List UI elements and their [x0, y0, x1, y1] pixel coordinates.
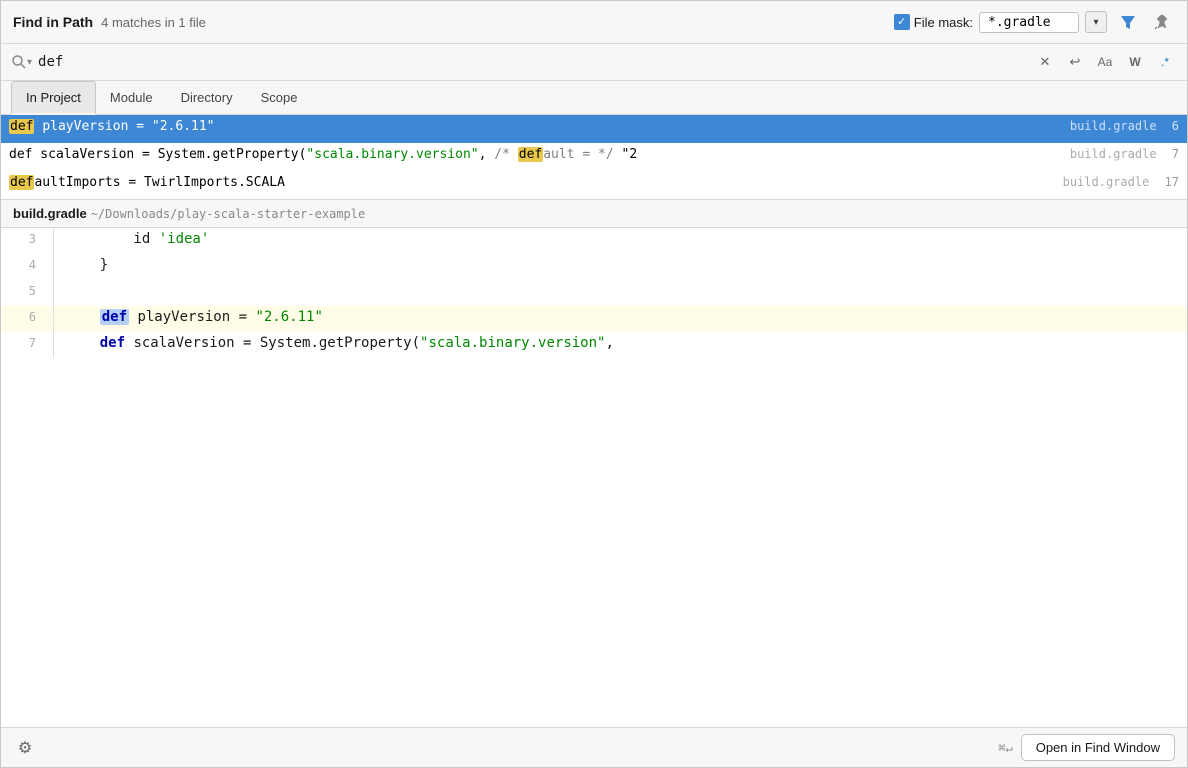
result-string: "scala.binary.version": [306, 147, 478, 162]
code-line-4: 4 }: [1, 254, 1187, 280]
results-container: def playVersion = "2.6.11" build.gradle …: [1, 115, 1187, 200]
result-file-name: build.gradle: [1063, 175, 1150, 189]
file-mask-dropdown-btn[interactable]: ▾: [1085, 11, 1107, 33]
settings-icon: ⚙: [18, 738, 32, 758]
undo-icon: ↩: [1070, 54, 1081, 70]
result-file-name: build.gradle: [1070, 119, 1157, 133]
line-number: 4: [1, 255, 46, 275]
line-content: def scalaVersion = System.getProperty("s…: [54, 332, 626, 354]
clear-search-btn[interactable]: ✕: [1033, 50, 1057, 74]
line-gutter: [46, 254, 54, 280]
file-mask-input[interactable]: [979, 12, 1079, 33]
file-mask-checkbox[interactable]: ✓: [894, 14, 910, 30]
tab-directory-label: Directory: [181, 90, 233, 105]
preview-area: build.gradle ~/Downloads/play-scala-star…: [1, 200, 1187, 727]
result-keyword-highlight: def: [9, 175, 34, 190]
search-icon-container: ▾: [11, 54, 32, 70]
result-text-mid: ,: [479, 147, 495, 162]
result-text: playVersion = "2.6.11": [42, 119, 214, 134]
search-bar: ▾ ✕ ↩ Aa W .*: [1, 44, 1187, 81]
tab-scope-label: Scope: [261, 90, 298, 105]
tab-in-project-label: In Project: [26, 90, 81, 105]
string-value: 'idea': [159, 231, 210, 247]
result-row[interactable]: def playVersion = "2.6.11" build.gradle …: [1, 115, 1187, 143]
result-content: def playVersion = "2.6.11": [9, 119, 1070, 134]
result-content: defaultImports = TwirlImports.SCALA: [9, 175, 1063, 190]
result-line-number: 17: [1157, 175, 1179, 189]
line-gutter: [46, 306, 54, 332]
tab-module-label: Module: [110, 90, 153, 105]
tab-scope[interactable]: Scope: [247, 82, 312, 115]
matches-count: 4 matches in 1 file: [101, 15, 206, 30]
code-line-5: 5: [1, 280, 1187, 306]
result-comment: /*: [494, 147, 517, 162]
file-mask-group: ✓ File mask: ▾: [894, 11, 1107, 33]
line-number: 3: [1, 229, 46, 249]
filter-icon-btn[interactable]: [1115, 9, 1141, 35]
line-content: [54, 280, 86, 302]
dropdown-arrow-icon: ▾: [1093, 17, 1098, 28]
result-row[interactable]: def scalaVersion = System.getProperty("s…: [1, 143, 1187, 171]
search-icon: [11, 54, 27, 70]
result-file-name: build.gradle: [1070, 147, 1157, 161]
result-line-number: 7: [1165, 147, 1179, 161]
keyword: def: [100, 335, 125, 351]
line-number: 5: [1, 281, 46, 301]
keyword-highlight: def: [100, 309, 129, 325]
file-mask-checkbox-container[interactable]: ✓ File mask:: [894, 14, 973, 30]
result-content: def scalaVersion = System.getProperty("s…: [9, 147, 1070, 162]
pin-icon: [1153, 13, 1171, 31]
search-input[interactable]: [38, 54, 1027, 70]
settings-btn[interactable]: ⚙: [13, 736, 37, 760]
line-content: def playVersion = "2.6.11": [54, 306, 335, 328]
clear-icon: ✕: [1040, 54, 1051, 70]
pin-icon-btn[interactable]: [1149, 9, 1175, 35]
result-text-before: def scalaVersion = System.getProperty(: [9, 147, 306, 162]
checkbox-check-icon: ✓: [897, 17, 906, 28]
line-number: 7: [1, 333, 46, 353]
header-bar: Find in Path 4 matches in 1 file ✓ File …: [1, 1, 1187, 44]
find-in-path-title: Find in Path: [13, 14, 93, 30]
result-text-end: "2: [614, 147, 637, 162]
result-keyword-highlight: def: [518, 147, 543, 162]
line-gutter: [46, 228, 54, 254]
tab-in-project[interactable]: In Project: [11, 81, 96, 115]
search-arrow-icon: ▾: [27, 57, 32, 68]
result-keyword-highlight: def: [9, 119, 34, 134]
regex-btn[interactable]: .*: [1153, 50, 1177, 74]
tabs-bar: In Project Module Directory Scope: [1, 81, 1187, 115]
code-line-7: 7 def scalaVersion = System.getProperty(…: [1, 332, 1187, 358]
match-case-btn[interactable]: Aa: [1093, 50, 1117, 74]
line-content: }: [54, 254, 120, 276]
match-case-icon: Aa: [1098, 55, 1113, 69]
preview-filename: build.gradle: [13, 206, 87, 221]
whole-word-btn[interactable]: W: [1123, 50, 1147, 74]
open-in-find-window-btn[interactable]: Open in Find Window: [1021, 734, 1175, 761]
filter-icon: [1119, 13, 1137, 31]
preview-filepath: ~/Downloads/play-scala-starter-example: [91, 207, 366, 221]
code-line-6: 6 def playVersion = "2.6.11": [1, 306, 1187, 332]
result-line-number: 6: [1165, 119, 1179, 133]
keyboard-shortcut: ⌘↵: [998, 741, 1012, 755]
line-content: id 'idea': [54, 228, 221, 250]
line-number: 6: [1, 307, 46, 327]
search-actions: ✕ ↩ Aa W .*: [1033, 50, 1177, 74]
whole-word-icon: W: [1129, 55, 1140, 69]
regex-icon: .*: [1161, 55, 1169, 69]
result-row[interactable]: defaultImports = TwirlImports.SCALA buil…: [1, 171, 1187, 199]
file-mask-label: File mask:: [914, 15, 973, 30]
line-gutter: [46, 332, 54, 358]
preview-header: build.gradle ~/Downloads/play-scala-star…: [1, 200, 1187, 228]
tab-module[interactable]: Module: [96, 82, 167, 115]
string-value: "scala.binary.version": [420, 335, 605, 351]
string-value: "2.6.11": [255, 309, 322, 325]
result-comment-after: ault = */: [543, 147, 613, 162]
line-gutter: [46, 280, 54, 306]
code-line-3: 3 id 'idea': [1, 228, 1187, 254]
footer-bar: ⚙ ⌘↵ Open in Find Window: [1, 727, 1187, 767]
result-text: aultImports = TwirlImports.SCALA: [34, 175, 284, 190]
undo-btn[interactable]: ↩: [1063, 50, 1087, 74]
code-area[interactable]: 3 id 'idea' 4 } 5 6 def: [1, 228, 1187, 727]
tab-directory[interactable]: Directory: [167, 82, 247, 115]
